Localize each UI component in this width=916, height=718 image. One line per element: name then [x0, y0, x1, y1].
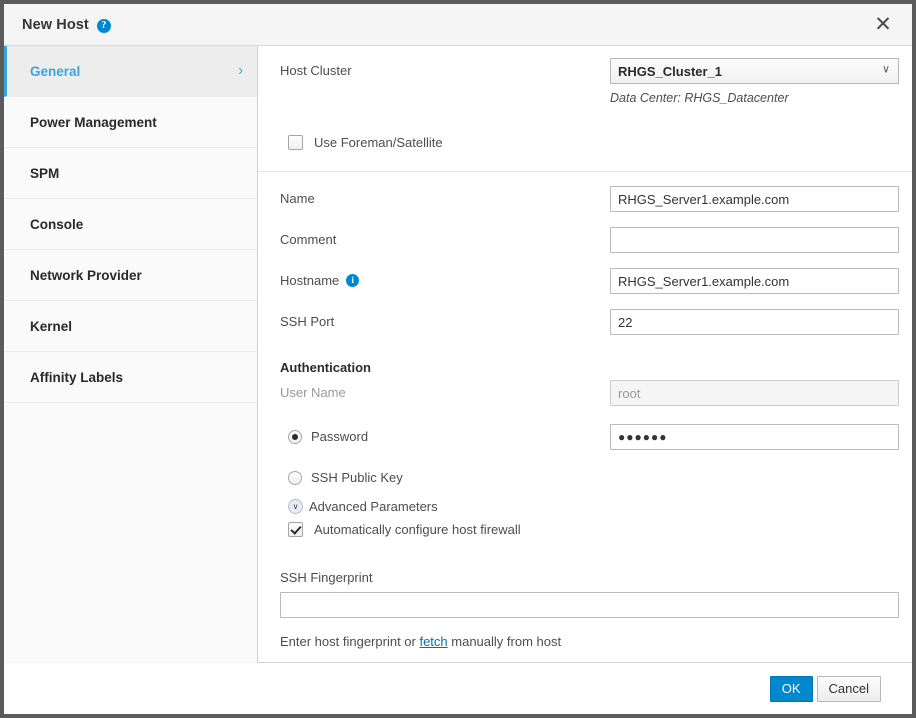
comment-input[interactable]: [610, 227, 899, 253]
sidebar-item-label: SPM: [30, 165, 60, 181]
identification-section: Name Comment Hostname: [258, 172, 912, 350]
sidebar-item-label: Kernel: [30, 318, 73, 334]
hostname-control: [610, 268, 899, 294]
cancel-button[interactable]: Cancel: [816, 675, 881, 702]
ssh-fingerprint-hint-suffix: manually from host: [447, 634, 562, 649]
hostname-input[interactable]: [610, 268, 899, 294]
auto-configure-firewall-checkbox[interactable]: [288, 522, 303, 537]
dialog-body: General › Power Management SPM Console N…: [4, 46, 912, 705]
comment-label: Comment: [280, 232, 337, 247]
sidebar-item-kernel[interactable]: Kernel: [4, 301, 257, 352]
sidebar-item-label: Network Provider: [30, 267, 142, 283]
authentication-heading: Authentication: [280, 360, 371, 375]
auto-configure-firewall-label: Automatically configure host firewall: [314, 522, 521, 537]
password-radio[interactable]: [288, 429, 302, 444]
info-circle-icon[interactable]: i: [346, 274, 360, 287]
sidebar-item-affinity-labels[interactable]: Affinity Labels: [4, 352, 257, 403]
name-label: Name: [280, 191, 315, 206]
sidebar-item-network-provider[interactable]: Network Provider: [4, 250, 257, 301]
host-cluster-select-wrap: RHGS_Cluster_1 ∨: [610, 58, 899, 84]
chevron-right-icon: ›: [238, 62, 243, 79]
password-row: Password: [280, 416, 899, 457]
foreman-checkbox-line[interactable]: Use Foreman/Satellite: [280, 135, 443, 150]
ssh-fingerprint-control: [280, 592, 899, 618]
authentication-section: Authentication User Name Password: [258, 350, 912, 537]
main-panel: Host Cluster RHGS_Cluster_1 ∨ Data Cente…: [258, 46, 912, 662]
new-host-dialog: New Host ? ✕ General › Power Management …: [4, 4, 912, 714]
sidebar-item-spm[interactable]: SPM: [4, 148, 257, 199]
user-name-label: User Name: [280, 385, 346, 400]
name-row: Name: [280, 186, 899, 227]
ssh-fingerprint-input[interactable]: [280, 592, 899, 618]
ssh-public-key-row: SSH Public Key: [280, 457, 890, 498]
sidebar-filler: [4, 403, 257, 705]
comment-row: Comment: [280, 227, 899, 268]
hostname-label-text: Hostname: [280, 273, 340, 288]
ssh-port-control: [610, 309, 899, 335]
ssh-port-label: SSH Port: [280, 314, 335, 329]
fetch-link[interactable]: fetch: [419, 634, 447, 649]
host-cluster-row: Host Cluster RHGS_Cluster_1 ∨ Data Cente…: [280, 58, 899, 114]
chevron-down-circle-icon[interactable]: ∨: [288, 499, 303, 514]
host-cluster-select[interactable]: RHGS_Cluster_1: [610, 58, 899, 84]
data-center-hint: Data Center: RHGS_Datacenter: [610, 91, 789, 105]
dialog-titlebar: New Host ? ✕: [4, 4, 912, 46]
ssh-public-key-radio-line[interactable]: SSH Public Key: [280, 470, 610, 485]
sidebar-item-label: General: [30, 63, 81, 79]
foreman-row: Use Foreman/Satellite: [280, 114, 890, 171]
sidebar: General › Power Management SPM Console N…: [4, 46, 258, 705]
page-title: New Host: [22, 16, 89, 33]
advanced-parameters-toggle[interactable]: ∨ Advanced Parameters: [280, 499, 890, 514]
use-foreman-checkbox[interactable]: [288, 135, 303, 150]
screen: New Host ? ✕ General › Power Management …: [0, 0, 916, 718]
use-foreman-label: Use Foreman/Satellite: [314, 135, 443, 150]
ssh-fingerprint-hint: Enter host fingerprint or fetch manually…: [280, 634, 890, 649]
sidebar-item-label: Affinity Labels: [30, 369, 124, 385]
hostname-label: Hostname i: [280, 268, 610, 288]
sidebar-item-console[interactable]: Console: [4, 199, 257, 250]
sidebar-item-label: Console: [30, 216, 84, 232]
host-cluster-control: RHGS_Cluster_1 ∨ Data Center: RHGS_Datac…: [610, 58, 899, 105]
help-circle-icon[interactable]: ?: [96, 18, 111, 33]
ssh-port-row: SSH Port: [280, 309, 899, 350]
user-name-row: User Name: [280, 380, 899, 416]
user-name-input: [610, 380, 899, 406]
ok-button[interactable]: OK: [769, 675, 813, 702]
hostname-row: Hostname i: [280, 268, 899, 309]
name-input[interactable]: [610, 186, 899, 212]
comment-control: [610, 227, 899, 253]
ssh-public-key-radio[interactable]: [288, 470, 302, 485]
name-control: [610, 186, 899, 212]
password-input[interactable]: [610, 423, 899, 450]
cluster-section: Host Cluster RHGS_Cluster_1 ∨ Data Cente…: [258, 46, 912, 171]
user-name-control: [610, 380, 899, 406]
sidebar-item-power-management[interactable]: Power Management: [4, 97, 257, 148]
password-control: [610, 423, 899, 450]
auto-firewall-line[interactable]: Automatically configure host firewall: [280, 522, 890, 537]
ssh-fingerprint-section: SSH Fingerprint Enter host fingerprint o…: [258, 537, 912, 649]
host-cluster-label: Host Cluster: [280, 63, 352, 78]
advanced-parameters-label: Advanced Parameters: [309, 499, 438, 514]
password-radio-line[interactable]: Password: [280, 429, 610, 444]
ssh-fingerprint-hint-prefix: Enter host fingerprint or: [280, 634, 420, 649]
ssh-fingerprint-label: SSH Fingerprint: [280, 570, 373, 585]
ssh-public-key-label: SSH Public Key: [311, 470, 403, 485]
ssh-port-input[interactable]: [610, 309, 899, 335]
close-icon[interactable]: ✕: [870, 12, 896, 38]
password-label: Password: [311, 429, 369, 444]
sidebar-item-general[interactable]: General ›: [4, 46, 257, 97]
dialog-footer: OK Cancel: [4, 663, 912, 714]
sidebar-item-label: Power Management: [30, 114, 157, 130]
